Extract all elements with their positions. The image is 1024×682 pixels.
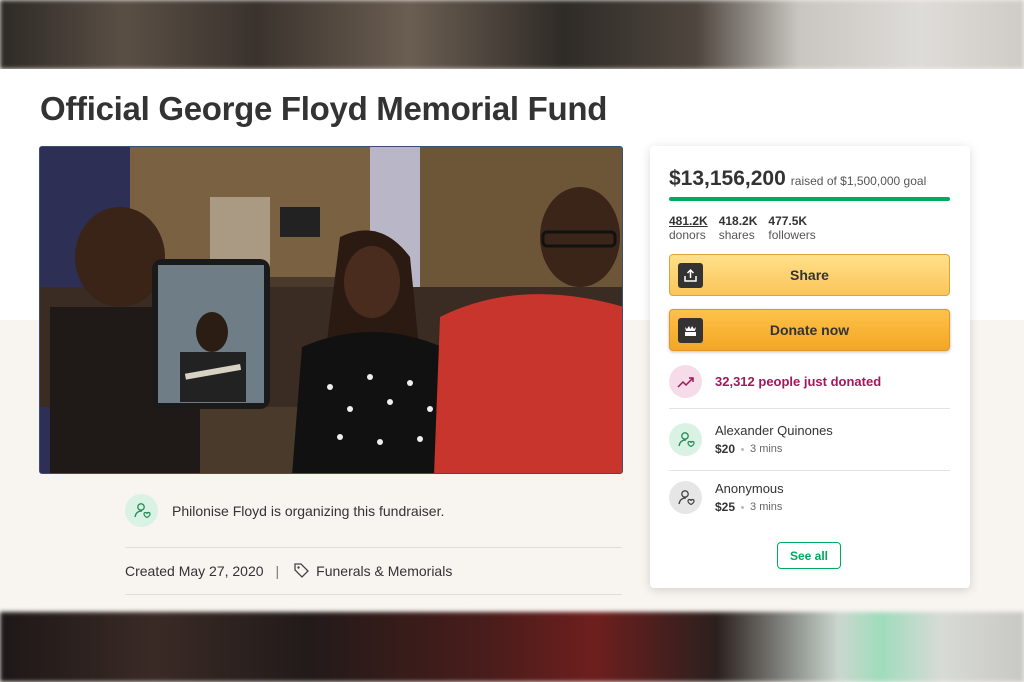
stat-value: 477.5K <box>768 214 808 228</box>
donor-name: Anonymous <box>715 481 784 496</box>
progress-fill <box>669 197 950 201</box>
tag-icon <box>293 562 310 579</box>
user-heart-icon <box>125 494 158 527</box>
donation-time: 3 mins <box>750 501 783 513</box>
donor-name: Alexander Quinones <box>715 423 833 438</box>
goal-text: raised of $1,500,000 goal <box>790 174 927 188</box>
gofundme-logo-icon <box>678 318 703 343</box>
trending-row: 32,312 people just donated <box>669 365 881 398</box>
stat-value: 481.2K <box>669 214 708 228</box>
share-button[interactable]: Share <box>669 254 950 296</box>
divider <box>669 408 950 409</box>
stat-label: followers <box>768 228 816 242</box>
donation-item: Anonymous $25 3 mins <box>669 481 784 514</box>
donation-time: 3 mins <box>750 443 783 455</box>
stat-value: 418.2K <box>718 214 758 228</box>
progress-bar <box>669 197 950 201</box>
raised-amount: $13,156,200 <box>669 167 786 190</box>
category-link[interactable]: Funerals & Memorials <box>316 563 452 579</box>
divider <box>125 547 622 548</box>
stats-row: 481.2K donors 418.2K shares 477.5K follo… <box>669 214 816 242</box>
raised-summary: $13,156,200 raised of $1,500,000 goal <box>669 167 926 191</box>
organizer-text: Philonise Floyd is organizing this fundr… <box>172 502 445 519</box>
donation-item: Alexander Quinones $20 3 mins <box>669 423 833 456</box>
donation-amount: $25 <box>715 500 736 514</box>
trending-text: 32,312 people just donated <box>715 374 882 389</box>
donate-button[interactable]: Donate now <box>669 309 950 351</box>
user-heart-icon <box>669 423 702 456</box>
upload-icon <box>678 263 703 288</box>
stat-followers: 477.5K followers <box>768 214 815 242</box>
bullet-separator <box>741 447 745 451</box>
campaign-meta: Created May 27, 2020 | Funerals & Memori… <box>125 562 452 579</box>
campaign-photo <box>39 146 623 474</box>
user-heart-icon <box>669 481 702 514</box>
donation-amount: $20 <box>715 442 736 456</box>
background-blur-top <box>0 0 1024 69</box>
stat-label: shares <box>718 228 755 242</box>
divider <box>125 594 622 595</box>
donate-label: Donate now <box>769 322 850 338</box>
stat-donors[interactable]: 481.2K donors <box>669 214 708 242</box>
stat-shares: 418.2K shares <box>719 214 758 242</box>
share-label: Share <box>790 267 829 283</box>
organizer-row: Philonise Floyd is organizing this fundr… <box>125 494 444 527</box>
bullet-separator <box>741 505 745 509</box>
campaign-title: Official George Floyd Memorial Fund <box>40 90 608 127</box>
see-all-button[interactable]: See all <box>777 542 841 569</box>
created-date: Created May 27, 2020 <box>125 562 264 579</box>
trend-up-icon <box>669 365 702 398</box>
background-blur-bottom <box>0 612 1024 682</box>
divider <box>669 470 950 471</box>
donation-card: $13,156,200 raised of $1,500,000 goal 48… <box>650 146 970 588</box>
meta-separator: | <box>275 562 280 579</box>
stat-label: donors <box>669 228 706 242</box>
